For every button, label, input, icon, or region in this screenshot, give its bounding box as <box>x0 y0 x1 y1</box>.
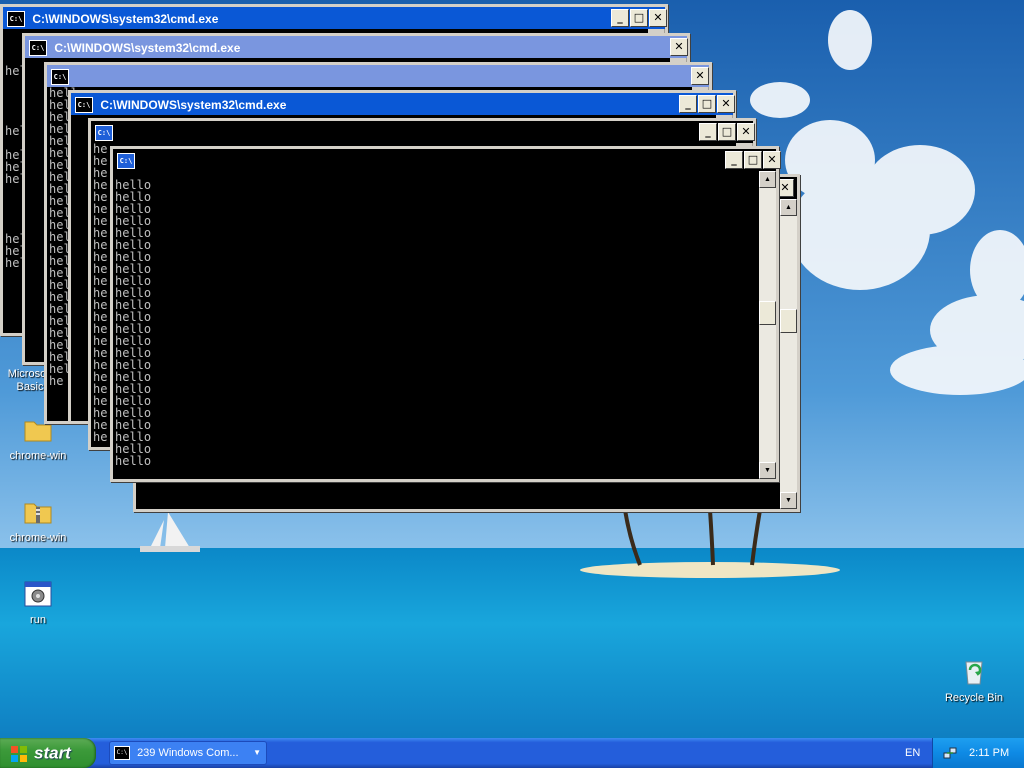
cmd-window-6[interactable]: C:\ _ □ ✕ hello hello hello hello hello … <box>110 146 781 482</box>
windows-logo-icon <box>11 745 27 762</box>
start-button[interactable]: start <box>0 738 96 768</box>
desktop: Microsoft Basic chrome-win chrome-win ru… <box>0 0 1024 738</box>
system-tray: 2:11 PM <box>932 738 1024 768</box>
cmd-app-icon: C:\ <box>51 68 69 85</box>
output-line: hello <box>115 394 152 408</box>
cmd-window-title: C:\WINDOWS\system32\cmd.exe <box>100 97 287 112</box>
maximize-button[interactable]: □ <box>718 123 736 141</box>
output-line: hello <box>115 190 152 204</box>
output-line: hello <box>115 334 152 348</box>
output-line: hello <box>115 286 152 300</box>
output-line: hello <box>115 202 152 216</box>
run-app-icon <box>24 581 52 607</box>
minimize-button[interactable]: _ <box>725 151 743 169</box>
vertical-scrollbar[interactable]: ▲ ▼ <box>780 199 797 509</box>
output-line: hello <box>115 442 152 456</box>
minimize-button[interactable]: _ <box>611 9 629 27</box>
maximize-button[interactable]: □ <box>744 151 762 169</box>
vertical-scrollbar[interactable]: ▲ ▼ <box>759 171 776 479</box>
cmd-window-titlebar[interactable]: C:\ <box>91 121 753 143</box>
output-line: hello <box>115 262 152 276</box>
cmd-app-icon: C:\ <box>75 96 93 113</box>
cmd-window-title: C:\WINDOWS\system32\cmd.exe <box>32 11 219 26</box>
output-line: hello <box>115 346 152 360</box>
output-line: hello <box>115 382 152 396</box>
cmd-app-icon: C:\ <box>29 39 47 56</box>
scroll-thumb[interactable] <box>759 301 776 325</box>
close-button[interactable]: ✕ <box>670 38 688 56</box>
close-button[interactable]: ✕ <box>649 9 667 27</box>
cmd-window-titlebar[interactable]: C:\ C:\WINDOWS\system32\cmd.exe <box>71 93 733 115</box>
output-line: hello <box>115 298 152 312</box>
cmd-window-output: hello hello hello hello hello hello hell… <box>113 171 759 479</box>
taskbar-group-label: 239 Windows Com... <box>137 747 239 759</box>
output-line: hello <box>115 406 152 420</box>
minimize-button[interactable]: _ <box>679 95 697 113</box>
desktop-icon-label: Recycle Bin <box>944 692 1004 704</box>
cmd-app-icon: C:\ <box>114 746 130 761</box>
close-button[interactable]: ✕ <box>737 123 755 141</box>
output-line: hello <box>115 178 152 192</box>
clock[interactable]: 2:11 PM <box>969 738 1009 768</box>
taskbar-group-button[interactable]: C:\ 239 Windows Com... ▼ <box>109 741 267 765</box>
cmd-window-titlebar[interactable]: C:\ C:\WINDOWS\system32\cmd.exe <box>3 7 665 29</box>
cmd-app-icon: C:\ <box>7 10 25 27</box>
output-line: hello <box>115 370 152 384</box>
desktop-icon-label: chrome-win <box>9 450 67 462</box>
output-line: hello <box>115 358 152 372</box>
output-line: hello <box>115 454 152 468</box>
cmd-app-icon: C:\ <box>117 152 135 169</box>
cmd-app-icon: C:\ <box>95 124 113 141</box>
output-line: hello <box>115 310 152 324</box>
minimize-button[interactable]: _ <box>699 123 717 141</box>
cmd-window-titlebar[interactable]: C:\ <box>113 149 776 171</box>
desktop-icon-run[interactable]: run <box>0 578 76 627</box>
start-label: start <box>34 743 71 763</box>
language-indicator[interactable]: EN <box>905 738 920 768</box>
cmd-window-titlebar[interactable]: C:\ C:\WINDOWS\system32\cmd.exe <box>25 36 687 58</box>
cmd-window-title: C:\WINDOWS\system32\cmd.exe <box>54 40 241 55</box>
taskbar: start C:\ 239 Windows Com... ▼ EN 2:11 P… <box>0 738 1024 768</box>
network-icon[interactable] <box>943 746 957 760</box>
close-button[interactable]: ✕ <box>763 151 781 169</box>
desktop-icon-recycle-bin[interactable]: Recycle Bin <box>936 656 1012 705</box>
output-line: hello <box>115 214 152 228</box>
recycle-bin-icon <box>965 661 983 685</box>
desktop-icon-chrome-win-zip[interactable]: chrome-win <box>0 496 76 545</box>
desktop-icon-label: chrome-win <box>9 532 67 544</box>
output-line: hello <box>115 226 152 240</box>
output-line: hello <box>115 322 152 336</box>
close-button[interactable]: ✕ <box>717 95 735 113</box>
scroll-down-arrow-icon[interactable]: ▼ <box>759 462 776 479</box>
chevron-down-icon: ▼ <box>253 748 261 757</box>
desktop-icon-label: run <box>30 614 46 626</box>
zip-folder-icon <box>24 503 52 524</box>
output-line: hello <box>115 238 152 252</box>
scroll-down-arrow-icon[interactable]: ▼ <box>780 492 797 509</box>
scroll-up-arrow-icon[interactable]: ▲ <box>780 199 797 216</box>
cmd-window-titlebar[interactable]: C:\ <box>47 65 709 87</box>
output-line: hello <box>115 250 152 264</box>
close-button[interactable]: ✕ <box>691 67 709 85</box>
maximize-button[interactable]: □ <box>698 95 716 113</box>
scroll-up-arrow-icon[interactable]: ▲ <box>759 171 776 188</box>
output-line: hello <box>115 418 152 432</box>
output-line: hello <box>115 274 152 288</box>
output-line: hello <box>115 430 152 444</box>
scroll-thumb[interactable] <box>780 309 797 333</box>
maximize-button[interactable]: □ <box>630 9 648 27</box>
